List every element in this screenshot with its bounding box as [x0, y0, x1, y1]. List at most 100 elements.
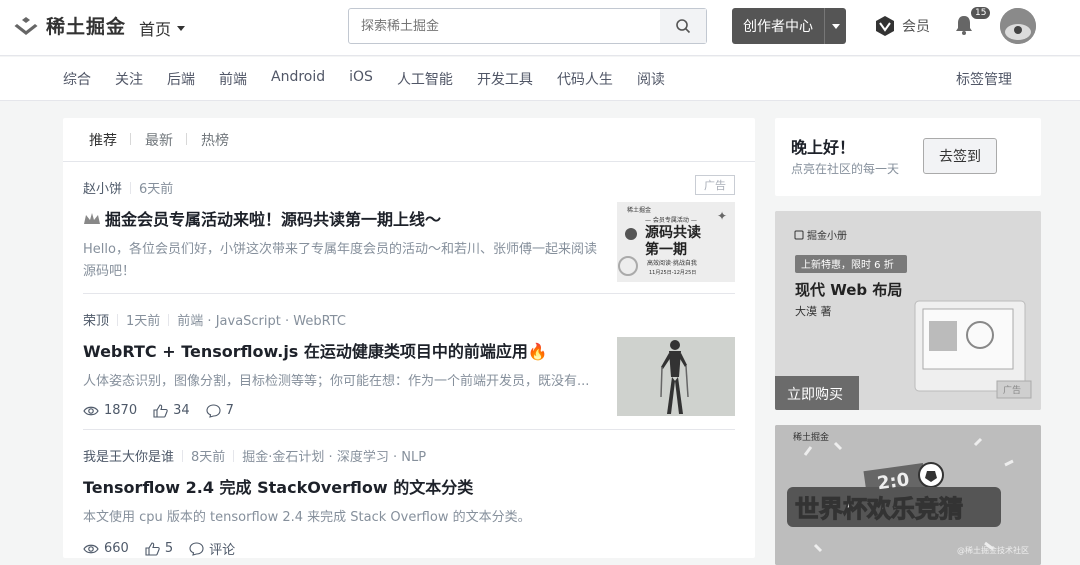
avatar-image — [1000, 8, 1036, 44]
article-time: 1天前 — [126, 314, 161, 329]
world-cup-title: 世界杯欢乐竞猜 — [795, 495, 963, 523]
greeting-title: 晚上好！ — [791, 138, 856, 157]
score-display: 2:0 — [876, 469, 911, 494]
greeting-subtitle: 点亮在社区的每一天 — [791, 162, 900, 176]
tab-hot[interactable]: 热榜 — [201, 130, 243, 150]
vip-link[interactable]: 会员 — [874, 15, 930, 37]
divider — [130, 181, 132, 194]
abstract-line: 源码吧！ — [83, 264, 136, 279]
banner-line: 高效阅读·挑战自我 — [647, 259, 697, 267]
vip-badge-icon — [876, 16, 894, 36]
article-feed: 推荐 最新 热榜 赵小饼 6天前 广告 掘金会员专属活动来啦！源码共读第一期上线… — [63, 118, 755, 558]
article-abstract: 本文使用 cpu 版本的 tensorflow 2.4 来完成 Stack Ov… — [83, 510, 531, 525]
category-item[interactable]: 后端 — [167, 69, 195, 89]
crown-emoji-icon — [84, 213, 100, 224]
top-header: 稀土掘金 首页 创作者中心 会员 15 — [0, 0, 1080, 56]
home-label: 首页 — [139, 20, 172, 39]
booklet-ad-banner: 掘金小册 上新特惠，限时 6 折 现代 Web 布局 大漠 著 立即购买 广告 — [775, 211, 1041, 410]
category-item[interactable]: 前端 — [219, 69, 247, 89]
article-meta: 荣顶 1天前 前端 · JavaScript · WebRTC — [83, 310, 735, 329]
divider — [182, 449, 184, 462]
thumbs-up-icon — [145, 541, 160, 556]
feed-tabs: 推荐 最新 热榜 — [63, 118, 755, 162]
source-code-reading-banner: 稀土掘金 — 会员专属活动 — 源码共读 第一期 高效阅读·挑战自我 11月25… — [617, 202, 735, 282]
category-item[interactable]: 代码人生 — [557, 69, 613, 89]
article-title[interactable]: Tensorflow 2.4 完成 StackOverflow 的文本分类 — [83, 477, 735, 499]
article-stats: 660 5 评论 — [83, 539, 735, 558]
like-button[interactable]: 5 — [145, 541, 173, 556]
article-thumbnail[interactable]: 稀土掘金 — 会员专属活动 — 源码共读 第一期 高效阅读·挑战自我 11月25… — [617, 202, 735, 282]
home-dropdown[interactable]: 首页 — [139, 16, 186, 40]
view-count: 1870 — [83, 403, 137, 418]
article-tags[interactable]: 前端 · JavaScript · WebRTC — [177, 310, 346, 329]
category-item[interactable]: 关注 — [115, 69, 143, 89]
search-box — [348, 8, 707, 44]
view-count-value: 660 — [104, 541, 129, 556]
world-cup-ad[interactable]: 稀土掘金 2:0 世界杯欢乐竞猜 @稀土掘金技术社区 — [775, 425, 1041, 565]
ad-brand: 稀土掘金 — [793, 431, 829, 443]
vip-label: 会员 — [902, 19, 930, 35]
article-time: 8天前 — [191, 450, 226, 465]
comment-button[interactable]: 评论 — [189, 539, 235, 558]
eye-icon — [83, 544, 99, 553]
search-icon — [676, 19, 691, 34]
creator-center-button[interactable]: 创作者中心 — [732, 8, 846, 44]
comment-button[interactable]: 7 — [206, 403, 234, 418]
view-count-value: 1870 — [104, 403, 138, 418]
logo-text: 稀土掘金 — [46, 16, 127, 38]
comment-count: 7 — [225, 403, 234, 418]
article-tags[interactable]: 掘金·金石计划 · 深度学习 · NLP — [242, 446, 426, 465]
category-list: 综合 关注 后端 前端 Android iOS 人工智能 开发工具 代码人生 阅… — [63, 69, 665, 89]
ad-tag: 广告 — [695, 175, 735, 195]
like-button[interactable]: 34 — [153, 403, 190, 418]
booklet-title: 现代 Web 布局 — [795, 281, 902, 299]
divider — [168, 313, 170, 326]
creator-dropdown[interactable] — [825, 23, 846, 29]
juejin-logo-icon — [14, 16, 38, 35]
divider — [83, 429, 735, 430]
divider — [117, 313, 119, 326]
buy-now-button[interactable]: 立即购买 — [787, 387, 843, 403]
booklet-ad[interactable]: 掘金小册 上新特惠，限时 6 折 现代 Web 布局 大漠 著 立即购买 广告 — [775, 211, 1041, 410]
signin-button[interactable]: 去签到 — [923, 138, 997, 174]
pose-figure-image — [617, 337, 735, 416]
signin-card: 晚上好！ 点亮在社区的每一天 去签到 — [775, 118, 1041, 196]
banner-brand: 稀土掘金 — [627, 206, 651, 214]
tab-recommended[interactable]: 推荐 — [89, 130, 131, 150]
category-item[interactable]: 开发工具 — [477, 69, 533, 89]
divider — [83, 293, 735, 294]
like-count: 5 — [164, 541, 174, 556]
category-nav: 综合 关注 后端 前端 Android iOS 人工智能 开发工具 代码人生 阅… — [0, 57, 1080, 101]
divider — [233, 449, 235, 462]
tab-latest[interactable]: 最新 — [145, 130, 187, 150]
author-name[interactable]: 我是王大你是谁 — [83, 446, 174, 465]
category-item[interactable]: iOS — [349, 69, 373, 89]
article-abstract: Hello，各位会员们好，小饼这次带来了专属年度会员的活动～和若川、张师傅一起来… — [83, 239, 603, 283]
search-input[interactable] — [349, 9, 661, 43]
category-item[interactable]: Android — [271, 69, 325, 89]
logo[interactable]: 稀土掘金 — [12, 12, 126, 39]
booklet-author: 大漠 著 — [795, 304, 832, 318]
article-title-text: 掘金会员专属活动来啦！源码共读第一期上线～ — [105, 210, 442, 229]
banner-line: — 会员专属活动 — — [645, 216, 697, 224]
chevron-down-icon — [177, 25, 186, 31]
view-count: 660 — [83, 541, 129, 556]
user-avatar[interactable] — [1000, 8, 1036, 44]
author-name[interactable]: 赵小饼 — [83, 178, 122, 197]
banner-dates: 11月25日-12月25日 — [649, 270, 696, 276]
search-button[interactable] — [660, 9, 706, 43]
like-count: 34 — [173, 403, 190, 418]
watermark: @稀土掘金技术社区 — [957, 545, 1029, 555]
tag-manage-link[interactable]: 标签管理 — [956, 69, 1012, 89]
article-meta: 赵小饼 6天前 — [83, 178, 735, 197]
category-item[interactable]: 综合 — [63, 69, 91, 89]
article-thumbnail[interactable] — [617, 337, 735, 416]
author-name[interactable]: 荣顶 — [83, 310, 109, 329]
chevron-down-icon — [831, 23, 840, 29]
article-time: 6天前 — [139, 182, 174, 197]
notification-count-badge: 15 — [970, 6, 992, 20]
category-item[interactable]: 阅读 — [637, 69, 665, 89]
category-item[interactable]: 人工智能 — [397, 69, 453, 89]
creator-center-label: 创作者中心 — [743, 19, 813, 35]
article-item[interactable]: 我是王大你是谁 8天前 掘金·金石计划 · 深度学习 · NLP Tensorf… — [83, 446, 735, 558]
